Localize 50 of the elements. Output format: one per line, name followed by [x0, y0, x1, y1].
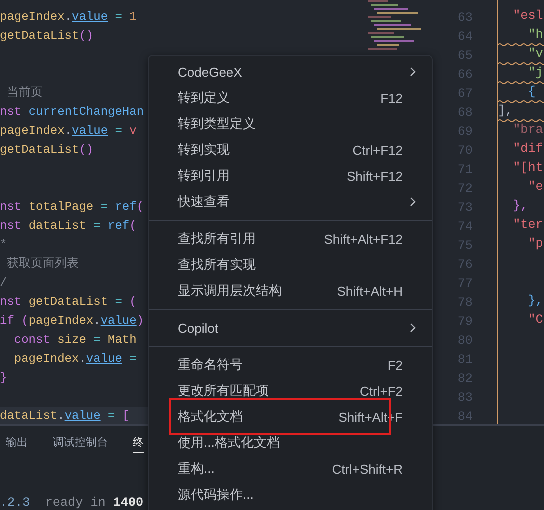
- menu-item[interactable]: 重构... Ctrl+Shift+R: [149, 456, 432, 482]
- code-line: "C: [527, 313, 544, 328]
- code-line: "esl: [512, 9, 544, 24]
- code-line: pageIndex.value =: [13, 351, 138, 368]
- code-line: getDataList(): [0, 142, 95, 159]
- code-line: "p: [527, 237, 544, 252]
- menu-item[interactable]: 查找所有引用 Shift+Alt+F12: [149, 226, 432, 252]
- menu-item[interactable]: CodeGeeX: [149, 59, 432, 85]
- terminal-line: .2.3 ready in 1400: [0, 496, 144, 510]
- menu-item[interactable]: 快速查看: [149, 189, 432, 215]
- code-line: "bra: [512, 123, 544, 138]
- code-line: ],: [498, 104, 514, 119]
- code-line: "[ht: [512, 161, 544, 176]
- panel-tab[interactable]: 调试控制台: [53, 434, 108, 453]
- code-line: },: [512, 199, 528, 214]
- menu-item[interactable]: Copilot: [149, 315, 432, 341]
- menu-item[interactable]: 转到实现 Ctrl+F12: [149, 137, 432, 163]
- panel-tab[interactable]: 输出: [6, 434, 28, 453]
- menu-item[interactable]: 转到定义 F12: [149, 85, 432, 111]
- code-line: *: [0, 237, 8, 254]
- code-line: pageIndex.value = 1: [0, 9, 138, 26]
- code-line: "dif: [512, 142, 544, 157]
- code-line: {: [527, 85, 536, 100]
- panel-tab[interactable]: 终: [133, 434, 144, 453]
- code-line: }: [0, 370, 8, 387]
- code-line: nst currentChangeHan: [0, 104, 146, 121]
- menu-item[interactable]: 重命名符号 F2: [149, 352, 432, 378]
- menu-item[interactable]: 更改所有匹配项 Ctrl+F2: [149, 378, 432, 404]
- code-line: if (pageIndex.value): [0, 313, 146, 330]
- code-line: nst getDataList = (: [0, 294, 138, 311]
- code-line: /: [0, 275, 8, 292]
- code-line: const size = Math: [13, 332, 138, 349]
- code-line: "e: [527, 180, 544, 195]
- code-line: 获取页面列表: [6, 256, 80, 273]
- code-line: nst totalPage = ref(: [0, 199, 146, 216]
- menu-item[interactable]: 转到类型定义: [149, 111, 432, 137]
- code-line: pageIndex.value = v: [0, 123, 138, 140]
- code-line: 当前页: [6, 85, 44, 102]
- code-line: nst dataList = ref(: [0, 218, 138, 235]
- code-line: "v: [527, 47, 544, 62]
- code-line: },: [527, 294, 544, 309]
- code-line: getDataList(): [0, 28, 95, 45]
- menu-item[interactable]: 查找所有实现: [149, 252, 432, 278]
- menu-item[interactable]: 显示调用层次结构 Shift+Alt+H: [149, 278, 432, 304]
- code-line: "h: [527, 28, 544, 43]
- code-line: "j: [527, 66, 544, 81]
- code-line: "ter: [512, 218, 544, 233]
- menu-item[interactable]: 使用...格式化文档: [149, 430, 432, 456]
- menu-item[interactable]: 转到引用 Shift+F12: [149, 163, 432, 189]
- menu-item[interactable]: 源代码操作...: [149, 482, 432, 508]
